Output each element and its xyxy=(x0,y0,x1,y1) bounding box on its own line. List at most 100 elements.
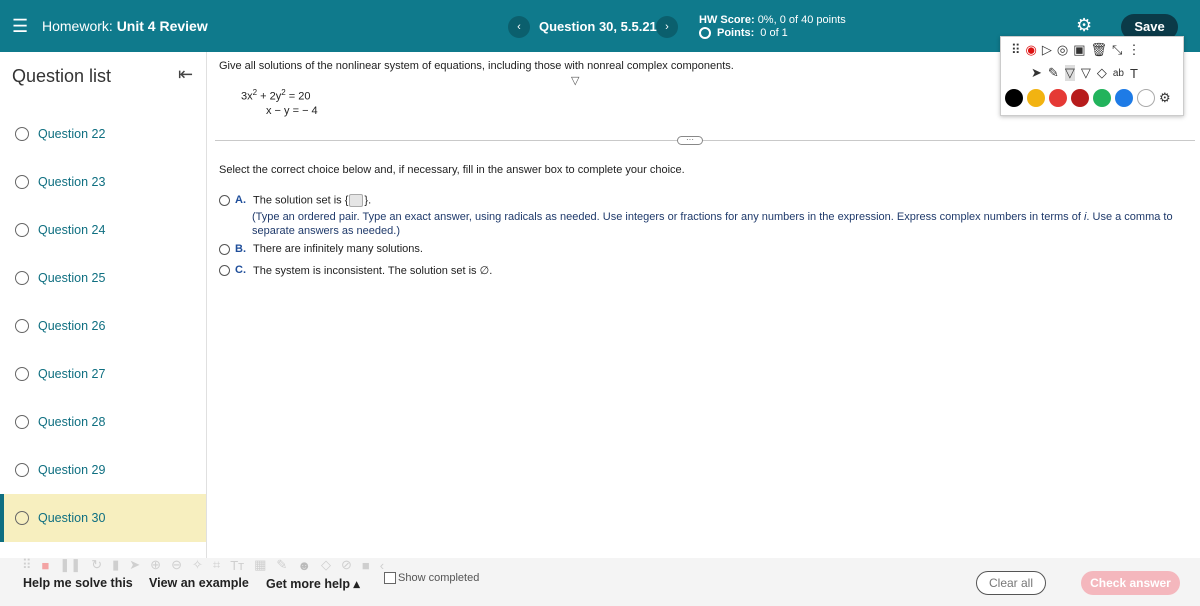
color-black[interactable] xyxy=(1005,89,1023,107)
points-value: 0 of 1 xyxy=(760,27,788,39)
choice-text: There are infinitely many solutions. xyxy=(253,243,423,255)
equation-2: x − y = − 4 xyxy=(266,105,318,117)
eye-icon[interactable]: ◎ xyxy=(1057,42,1068,58)
zoom-out-icon[interactable]: ⊖ xyxy=(171,557,182,573)
homework-title: Homework: Unit 4 Review xyxy=(42,18,208,34)
eraser-icon[interactable]: ◇ xyxy=(321,557,331,573)
status-circle-icon xyxy=(15,319,29,333)
restart-icon[interactable]: ↻ xyxy=(91,557,102,573)
question-list-item[interactable]: Question 23 xyxy=(0,158,206,206)
crop-icon[interactable]: ⌗ xyxy=(213,557,220,573)
color-dark-red[interactable] xyxy=(1071,89,1089,107)
choice-letter: B. xyxy=(235,243,246,255)
status-circle-icon xyxy=(15,415,29,429)
strike-text-icon[interactable]: ab xyxy=(1113,68,1124,79)
highlighter-icon[interactable]: ▽ xyxy=(1064,65,1075,81)
pen-icon[interactable]: ✎ xyxy=(1048,65,1059,81)
question-list-item[interactable]: Question 24 xyxy=(0,206,206,254)
question-list-item[interactable]: Question 22 xyxy=(0,110,206,158)
save-disk-icon[interactable]: ▣ xyxy=(1073,42,1085,58)
text-tool-icon[interactable]: T xyxy=(1130,66,1138,81)
collapse-left-icon[interactable]: ⇤ xyxy=(178,64,193,85)
record-icon[interactable]: ◉ xyxy=(1026,42,1037,58)
question-list-item-active[interactable]: Question 30 xyxy=(0,494,206,542)
eq1-rhs: = 20 xyxy=(288,90,311,103)
question-title: Question 30, 5.5.21 xyxy=(539,19,657,34)
question-list-panel: Question list ⇤ Question 22 Question 23 … xyxy=(0,52,207,558)
hamburger-icon[interactable]: ☰ xyxy=(12,16,28,36)
more-vertical-icon[interactable]: ⋮ xyxy=(1127,42,1140,58)
choice-b[interactable]: B. There are infinitely many solutions. xyxy=(219,243,423,255)
marker-icon[interactable]: ▽ xyxy=(1081,65,1091,81)
color-green[interactable] xyxy=(1093,89,1111,107)
color-red[interactable] xyxy=(1049,89,1067,107)
draw-icon[interactable]: ✎ xyxy=(276,557,287,573)
minimize-icon[interactable]: ⤡ xyxy=(1112,42,1122,58)
hw-score: HW Score: 0%, 0 of 40 points xyxy=(699,13,846,27)
trash-icon[interactable]: ▮ xyxy=(112,557,119,573)
answer-input-box[interactable] xyxy=(349,194,364,207)
answer-hint: (Type an ordered pair. Type an exact ans… xyxy=(252,210,1187,238)
zoom-in-icon[interactable]: ⊕ xyxy=(150,557,161,573)
emoji-icon[interactable]: ☻ xyxy=(297,558,311,573)
question-label: Question 22 xyxy=(38,127,106,141)
camera-icon[interactable]: ■ xyxy=(362,558,370,573)
status-circle-icon xyxy=(15,127,29,141)
color-white[interactable] xyxy=(1137,89,1155,107)
choice-a-text-post: }. xyxy=(364,194,372,207)
question-list-item[interactable]: Question 28 xyxy=(0,398,206,446)
check-answer-button[interactable]: Check answer xyxy=(1081,571,1180,595)
radio-button[interactable] xyxy=(219,244,230,255)
eraser-icon[interactable]: ◇ xyxy=(1097,65,1107,81)
collapse-icon[interactable]: ‹ xyxy=(380,558,384,573)
pause-icon[interactable]: ❚❚ xyxy=(59,557,81,573)
drag-handle-icon[interactable]: ⠿ xyxy=(1011,42,1021,58)
color-blue[interactable] xyxy=(1115,89,1133,107)
view-example-link[interactable]: View an example xyxy=(149,576,249,590)
triangle-down-icon[interactable]: ▽ xyxy=(571,74,579,87)
clear-all-button[interactable]: Clear all xyxy=(976,571,1046,595)
choice-a[interactable]: A. The solution set is {}. xyxy=(219,194,371,207)
clear-icon[interactable]: ⊘ xyxy=(341,557,352,573)
status-circle-icon xyxy=(15,175,29,189)
question-label: Question 28 xyxy=(38,415,106,429)
text-icon[interactable]: Tт xyxy=(230,558,244,573)
previous-question-button[interactable]: ‹ xyxy=(508,16,530,38)
next-question-button[interactable]: › xyxy=(656,16,678,38)
spotlight-icon[interactable]: ✧ xyxy=(192,557,203,573)
stop-icon[interactable]: ■ xyxy=(42,558,50,573)
eq1-exponent-2: 2 xyxy=(281,88,286,97)
choice-c[interactable]: C. The system is inconsistent. The solut… xyxy=(219,264,492,277)
annotation-toolbar: ⠿ ◉ ▷ ◎ ▣ 🗑 ⤡ ⋮ ➤ ✎ ▽ ▽ ◇ ab T ⚙ xyxy=(1000,36,1184,116)
help-me-solve-link[interactable]: Help me solve this xyxy=(23,576,133,590)
status-circle-icon xyxy=(15,223,29,237)
instruction-text: Select the correct choice below and, if … xyxy=(219,164,685,176)
choice-a-text-pre: The solution set is { xyxy=(253,194,349,207)
eq1-exponent-1: 2 xyxy=(252,88,258,97)
play-icon[interactable]: ▷ xyxy=(1042,42,1052,58)
grid-icon[interactable]: ⠿ xyxy=(22,557,32,573)
color-yellow[interactable] xyxy=(1027,89,1045,107)
radio-button[interactable] xyxy=(219,195,230,206)
hint-text-pre: (Type an ordered pair. Type an exact ans… xyxy=(252,211,1081,223)
radio-button[interactable] xyxy=(219,265,230,276)
question-list-item[interactable]: Question 27 xyxy=(0,350,206,398)
gear-icon[interactable]: ⚙ xyxy=(1076,15,1092,36)
question-label: Question 26 xyxy=(38,319,106,333)
question-list-item[interactable]: Question 25 xyxy=(0,254,206,302)
status-circle-icon xyxy=(15,463,29,477)
resize-handle-icon[interactable]: ··· xyxy=(677,136,703,145)
points: Points: 0 of 1 xyxy=(699,27,788,39)
gear-icon[interactable]: ⚙ xyxy=(1159,90,1171,106)
score-label: HW Score: xyxy=(699,14,755,26)
trash-icon[interactable]: 🗑 xyxy=(1091,42,1108,58)
cursor-icon[interactable]: ➤ xyxy=(129,557,140,573)
blur-icon[interactable]: ▦ xyxy=(254,557,266,573)
question-list-item[interactable]: Question 26 xyxy=(0,302,206,350)
eq1-term-1: 3x xyxy=(241,90,253,103)
status-circle-icon xyxy=(15,511,29,525)
screen-recorder-toolbar: ⠿ ■ ❚❚ ↻ ▮ ➤ ⊕ ⊖ ✧ ⌗ Tт ▦ ✎ ☻ ◇ ⊘ ■ ‹ xyxy=(22,554,472,576)
pointer-icon[interactable]: ➤ xyxy=(1031,65,1042,81)
get-more-help-link[interactable]: Get more help ▴ xyxy=(266,576,360,591)
question-list-item[interactable]: Question 29 xyxy=(0,446,206,494)
